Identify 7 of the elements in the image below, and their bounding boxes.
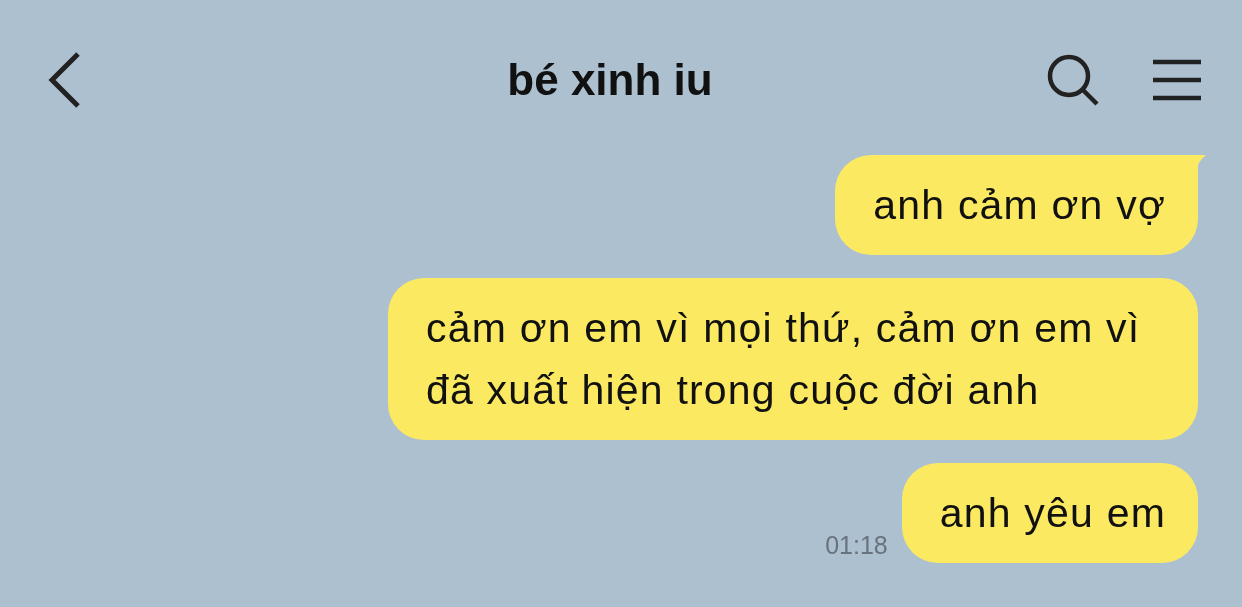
message-time: 01:18 bbox=[825, 531, 888, 560]
menu-icon[interactable] bbox=[1152, 59, 1202, 101]
chat-title: bé xinh iu bbox=[506, 55, 714, 105]
search-icon[interactable] bbox=[1046, 53, 1100, 107]
message-bubble: anh cảm ơn vợ bbox=[835, 155, 1198, 255]
message-bubble: cảm ơn em vì mọi thứ, cảm ơn em vì đã xuất hiện trong cuộc đời anh bbox=[388, 278, 1198, 440]
message-bubble: anh yêu em bbox=[901, 463, 1198, 563]
